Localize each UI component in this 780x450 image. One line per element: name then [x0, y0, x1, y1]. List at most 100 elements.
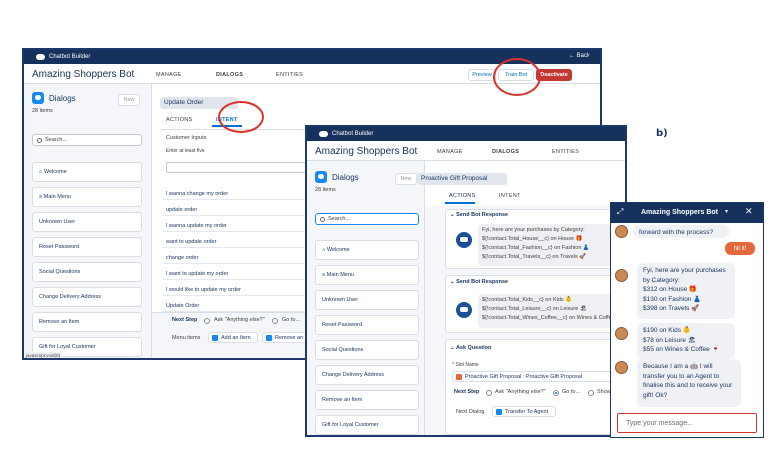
cloud-icon [319, 131, 328, 137]
sidebar-a: Dialogs 28 items New Search... ⌂ Welcome… [24, 84, 152, 358]
sidebar-item-change-delivery-address[interactable]: Change Delivery Address [32, 287, 142, 307]
show-radio[interactable] [588, 390, 594, 396]
bot-message: forward with the process? [633, 225, 729, 238]
message-input[interactable]: Type your message... [617, 413, 757, 433]
cloud-icon [36, 54, 45, 60]
dialogs-icon [32, 92, 44, 104]
agent-avatar [615, 225, 628, 238]
sidebar-item-gift-for-loyal-customer[interactable]: Gift for Loyal Customer [315, 415, 419, 435]
slot-name-label: * Slot Name [452, 362, 479, 368]
response-header: ⌄ Send Bot Response [450, 212, 509, 218]
tab-entities[interactable]: ENTITIES [552, 149, 579, 155]
next-dialog-label: Next Dialog [456, 409, 485, 415]
window-b-appbar: Amazing Shoppers Bot MANAGE DIALOGS ENTI… [307, 141, 625, 161]
sidebar-item-reset-password[interactable]: Reset Password [315, 315, 419, 335]
deactivate-button[interactable]: Deactivate [536, 69, 572, 81]
window-b: Chatbot Builder Amazing Shoppers Bot MAN… [305, 125, 627, 437]
go-to-label: Go to... [282, 317, 301, 323]
tab-actions[interactable]: ACTIONS [449, 193, 476, 199]
agent-avatar [615, 327, 628, 340]
sidebar-item-unknown-user[interactable]: Unknown User [315, 290, 419, 310]
add-an-item-pill[interactable]: Add an Item [208, 332, 258, 343]
tab-actions[interactable]: ACTIONS [166, 117, 193, 123]
sidebar-item-welcome[interactable]: ⌂ Welcome [32, 162, 142, 182]
sidebar-item-main-menu[interactable]: ≡ Main Menu [315, 265, 419, 285]
sidebar-count: 28 items [315, 187, 336, 193]
menu-items-label: Menu items [172, 335, 201, 341]
bot-response-card: ⌄ Send Bot Response Fyi, here are your p… [445, 209, 625, 269]
search-input[interactable]: Search... [32, 134, 142, 146]
tab-manage[interactable]: MANAGE [437, 149, 463, 155]
bot-message: Fyi, here are your purchases by Category… [637, 263, 735, 319]
app-name: Amazing Shoppers Bot [315, 146, 418, 157]
sidebar-item-social-questions[interactable]: Social Questions [32, 262, 142, 282]
bot-message: $190 on Kids 👶 $78 on Leisure 🏖 $55 on W… [637, 323, 735, 359]
new-dialog-button[interactable]: New [118, 94, 140, 106]
item-icon [266, 335, 272, 341]
next-dialog-field[interactable]: Transfer To Agent [492, 406, 556, 417]
intent-highlight [218, 101, 264, 133]
chevron-down-icon[interactable]: ▾ [725, 208, 728, 215]
minimize-icon[interactable]: ⤢ [617, 207, 623, 217]
robot-icon [456, 302, 472, 318]
close-icon[interactable]: ✕ [745, 206, 753, 217]
sidebar-b: Dialogs 28 items New Search... ⌂ Welcome… [307, 161, 425, 435]
window-b-titlebar: Chatbot Builder [307, 127, 625, 141]
customer-inputs-label: Customer Inputs [166, 135, 207, 141]
go-to-label: Go to... [562, 389, 581, 395]
agent-avatar [615, 269, 628, 282]
ask-anything-else-label: Ask "Anything else?" [495, 389, 546, 395]
label-b: b) [656, 128, 668, 139]
search-input[interactable]: Search... [315, 213, 419, 225]
preview-button[interactable]: Preview [468, 69, 496, 81]
tab-entities[interactable]: ENTITIES [276, 72, 303, 78]
search-icon [37, 138, 42, 143]
chat-window: ⤢ Amazing Shoppers Bot ▾ ✕ forward with … [610, 202, 764, 438]
window-b-title: Chatbot Builder [332, 131, 374, 137]
new-utterance-input[interactable] [166, 162, 326, 173]
sidebar-item-reset-password[interactable]: Reset Password [32, 237, 142, 257]
go-to-radio[interactable] [553, 390, 559, 396]
bot-response-card: ⌄ Send Bot Response ${!contact.Total_Kid… [445, 275, 625, 333]
agent-avatar [615, 361, 628, 374]
item-icon [212, 335, 218, 341]
back-link[interactable]: ← Back [569, 53, 590, 59]
sidebar-item-remove-an-item[interactable]: Remove an Item [32, 312, 142, 332]
tab-active-indicator [445, 202, 475, 204]
dialog-name-field[interactable]: Proactive Gift Proposal [417, 173, 507, 185]
ask-anything-else-radio[interactable] [486, 390, 492, 396]
next-step-label: Next Step [172, 317, 198, 323]
ask-question-header: ⌄ Ask Question [450, 345, 492, 351]
show-label: Show [597, 389, 611, 395]
dialogs-icon [315, 171, 327, 183]
label-a: a) [588, 50, 600, 61]
slot-name-field[interactable]: Proactive Gift Proposal : Proactive Gift… [452, 371, 625, 382]
response-text-box[interactable]: ${!contact.Total_Kids__c} on Kids 👶 ${!c… [478, 294, 625, 328]
train-bot-highlight [493, 58, 541, 96]
tab-intent[interactable]: INTENT [499, 193, 521, 199]
ask-anything-else-label: Ask "Anything else?" [214, 317, 265, 323]
ask-question-card: ⌄ Ask Question * Slot Name Proactive Gif… [445, 339, 625, 435]
tab-dialogs[interactable]: DIALOGS [492, 149, 519, 155]
user-message: hit it! [725, 242, 755, 255]
new-dialog-button[interactable]: New [395, 173, 417, 185]
sidebar-item-welcome[interactable]: ⌂ Welcome [315, 240, 419, 260]
response-text-box[interactable]: Fyi, here are your purchases by Category… [478, 224, 625, 266]
sidebar-item-main-menu[interactable]: ≡ Main Menu [32, 187, 142, 207]
chat-title: Amazing Shoppers Bot [641, 209, 719, 216]
sidebar-count: 28 items [32, 108, 53, 114]
sidebar-item-remove-an-item[interactable]: Remove an Item [315, 390, 419, 410]
sidebar-item-unknown-user[interactable]: Unknown User [32, 212, 142, 232]
sidebar-item-social-questions[interactable]: Social Questions [315, 340, 419, 360]
tab-manage[interactable]: MANAGE [156, 72, 182, 78]
dialog-icon [496, 409, 502, 415]
go-to-radio[interactable] [272, 318, 278, 324]
tab-dialogs[interactable]: DIALOGS [216, 72, 243, 78]
response-header: ⌄ Send Bot Response [450, 279, 509, 285]
ask-anything-else-radio[interactable] [204, 318, 210, 324]
next-step-label: Next Step [454, 389, 480, 395]
sidebar-item-change-delivery-address[interactable]: Change Delivery Address [315, 365, 419, 385]
app-name: Amazing Shoppers Bot [32, 69, 135, 80]
search-icon [320, 217, 325, 222]
sidebar-title: Dialogs [332, 173, 359, 182]
